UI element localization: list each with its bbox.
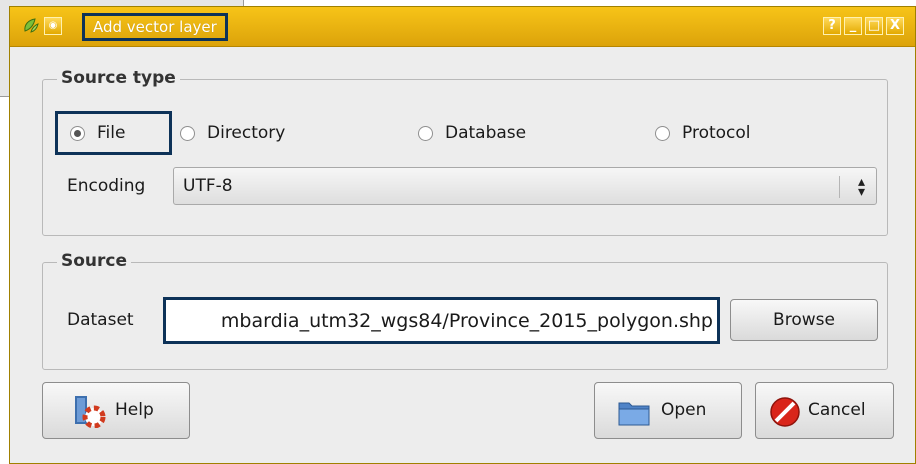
source-type-legend: Source type [57,68,180,88]
encoding-label: Encoding [67,176,146,196]
open-button[interactable]: Open [594,382,742,439]
browse-button-label: Browse [773,310,835,330]
radio-protocol[interactable]: Protocol [655,123,751,143]
radio-directory[interactable]: Directory [180,123,285,143]
dataset-label: Dataset [67,310,134,330]
dataset-input[interactable]: mbardia_utm32_wgs84/Province_2015_polygo… [163,297,720,344]
source-legend: Source [57,251,132,271]
add-vector-layer-dialog: ◉ Add vector layer ? _ □ X Source type F… [9,6,916,464]
minimize-button[interactable]: _ [844,17,862,35]
help-lifebuoy-icon [75,396,106,428]
open-button-label: Open [661,400,707,420]
dataset-input-value: mbardia_utm32_wgs84/Province_2015_polygo… [220,310,713,332]
help-button-label: Help [115,400,154,420]
stop-icon [770,397,800,427]
source-type-group: Source type [42,68,888,236]
radio-file-label: File [97,123,126,143]
browse-button[interactable]: Browse [730,299,878,341]
radio-database-label: Database [445,123,527,143]
up-down-arrows-icon[interactable]: ▴ ▾ [858,175,865,199]
window-title: Add vector layer [82,13,228,41]
radio-file-indicator[interactable] [70,125,85,141]
maximize-button[interactable]: □ [865,17,883,35]
window-menu-icon[interactable]: ◉ [44,17,62,35]
radio-protocol-label: Protocol [682,123,751,143]
help-title-button[interactable]: ? [823,17,841,35]
combo-separator [839,176,840,198]
encoding-value: UTF-8 [183,176,233,196]
radio-database[interactable]: Database [418,123,526,143]
title-bar[interactable]: ◉ Add vector layer ? _ □ X [10,7,915,47]
cancel-button-label: Cancel [808,400,866,420]
cancel-button[interactable]: Cancel [755,382,894,439]
radio-file[interactable]: File [70,123,125,143]
radio-directory-label: Directory [207,123,286,143]
radio-directory-indicator[interactable] [180,125,195,141]
help-button[interactable]: Help [42,382,190,439]
radio-protocol-indicator[interactable] [655,125,670,141]
radio-database-indicator[interactable] [418,125,433,141]
folder-icon [618,402,650,426]
encoding-select[interactable]: UTF-8 ▴ ▾ [173,167,877,205]
close-button[interactable]: X [886,17,904,35]
qgis-icon [24,18,39,33]
